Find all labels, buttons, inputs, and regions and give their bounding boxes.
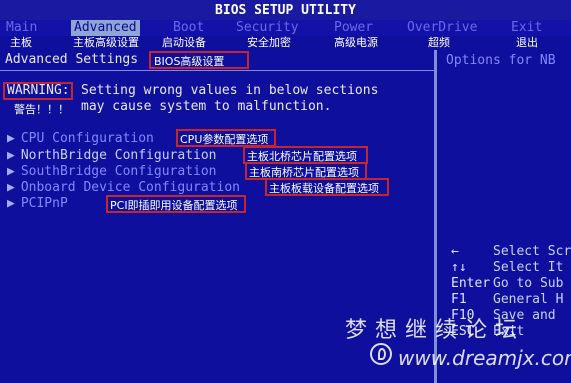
help-key: F1 <box>451 292 467 307</box>
help-desc: Go to Sub <box>493 276 564 291</box>
option-southbridge-configuration[interactable]: ▶ SouthBridge Configuration <box>7 164 217 179</box>
annotation-onboard: 主板板载设备配置选项 <box>269 182 379 195</box>
cn-overdrive: 超频 <box>428 36 450 49</box>
help-desc: Select Scr <box>493 244 571 259</box>
warning-line-1: Setting wrong values in below sections <box>81 83 379 98</box>
watermark-title: 梦想继续论坛 <box>345 318 526 343</box>
cn-boot: 启动设备 <box>162 36 206 49</box>
help-row: F1 General H <box>451 292 563 307</box>
help-key: Enter <box>451 276 491 291</box>
menu-main[interactable]: Main <box>6 20 37 36</box>
menu-exit[interactable]: Exit <box>511 20 542 36</box>
warning-label: WARNING: <box>7 83 70 98</box>
menu-cn-annotations: 主板 主板高级设置 启动设备 安全加密 高级电源 超频 退出 <box>0 36 571 50</box>
option-pcipnp[interactable]: ▶ PCIPnP <box>7 196 68 211</box>
watermark-url: www.dreamjx.com <box>398 346 571 370</box>
menu-bar: Main Advanced Boot Security Power OverDr… <box>0 20 571 36</box>
help-desc: Select It <box>493 260 564 275</box>
option-label: Onboard Device Configuration <box>20 180 240 195</box>
arrow-right-icon: ▶ <box>7 196 15 211</box>
help-desc: General H <box>493 292 564 307</box>
menu-power[interactable]: Power <box>334 20 373 36</box>
menu-security[interactable]: Security <box>236 20 299 36</box>
option-label: CPU Configuration <box>20 131 154 146</box>
menu-boot[interactable]: Boot <box>173 20 204 36</box>
option-northbridge-configuration[interactable]: ▶ NorthBridge Configuration <box>7 148 217 163</box>
help-row: ↑↓ Select It <box>451 260 563 275</box>
arrow-right-icon: ▶ <box>7 148 15 163</box>
section-annotation: BIOS高级设置 <box>154 55 225 68</box>
menu-overdrive[interactable]: OverDrive <box>407 20 477 36</box>
help-row: ← Select Scr <box>451 244 571 259</box>
option-cpu-configuration[interactable]: ▶ CPU Configuration <box>7 131 154 146</box>
option-onboard-device-configuration[interactable]: ▶ Onboard Device Configuration <box>7 180 240 195</box>
bios-title: BIOS SETUP UTILITY <box>0 0 571 22</box>
section-divider <box>0 70 436 71</box>
option-label: SouthBridge Configuration <box>20 164 217 179</box>
warning-label-cn: 警告！！！ <box>14 103 69 116</box>
menu-advanced[interactable]: Advanced <box>71 20 140 36</box>
help-key: ↑↓ <box>451 260 467 275</box>
warning-line-2: may cause system to malfunction. <box>81 99 332 114</box>
cn-main: 主板 <box>10 36 32 49</box>
arrow-right-icon: ▶ <box>7 180 15 195</box>
cn-security: 安全加密 <box>247 36 291 49</box>
option-label: PCIPnP <box>20 196 68 211</box>
cn-power: 高级电源 <box>334 36 378 49</box>
cn-advanced: 主板高级设置 <box>73 36 139 49</box>
watermark-logo-icon <box>370 343 392 365</box>
cn-exit: 退出 <box>516 36 538 49</box>
annotation-pcipnp: PCI即插即用设备配置选项 <box>110 199 238 212</box>
annotation-cpu: CPU参数配置选项 <box>180 133 269 146</box>
help-row: Enter Go to Sub <box>451 276 563 291</box>
arrow-right-icon: ▶ <box>7 164 15 179</box>
section-title: Advanced Settings <box>5 52 139 67</box>
option-label: NorthBridge Configuration <box>20 148 217 163</box>
side-panel-title: Options for NB <box>446 53 556 68</box>
arrow-right-icon: ▶ <box>7 131 15 146</box>
help-key: ← <box>451 244 459 259</box>
